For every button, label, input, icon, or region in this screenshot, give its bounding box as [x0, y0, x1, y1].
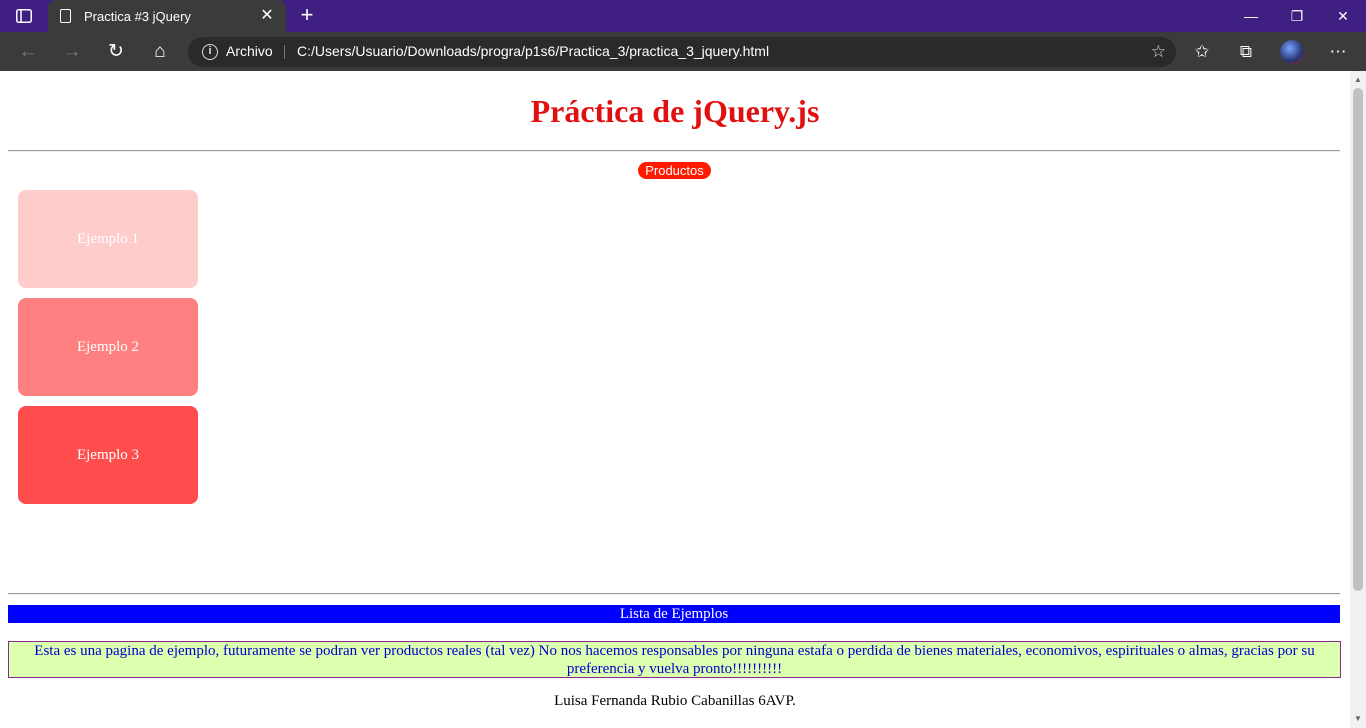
list-header-bar: Lista de Ejemplos: [8, 605, 1340, 623]
back-icon[interactable]: ←: [16, 40, 40, 64]
browser-tab[interactable]: Practica #3 jQuery ✕: [48, 0, 286, 32]
close-window-icon[interactable]: ✕: [1329, 6, 1357, 26]
scroll-down-icon[interactable]: ▼: [1354, 715, 1362, 723]
url-text[interactable]: C:/Users/Usuario/Downloads/progra/p1s6/P…: [297, 43, 769, 59]
productos-badge[interactable]: Productos: [638, 162, 711, 179]
tab-actions-icon[interactable]: [12, 6, 36, 26]
address-divider: [284, 45, 285, 59]
minimize-icon[interactable]: —: [1237, 6, 1265, 26]
page-icon: [60, 9, 71, 23]
new-tab-icon[interactable]: +: [296, 4, 318, 27]
reload-icon[interactable]: ↻: [104, 40, 128, 64]
add-favorite-icon[interactable]: ☆: [1151, 42, 1166, 62]
more-options-icon[interactable]: ⋯: [1326, 40, 1350, 64]
tab-strip: Practica #3 jQuery ✕ + — ❐ ✕: [0, 0, 1366, 32]
scrollbar-thumb[interactable]: [1353, 88, 1363, 591]
favorites-icon[interactable]: ✩: [1190, 40, 1214, 64]
vertical-scrollbar[interactable]: ▲ ▼: [1350, 71, 1366, 728]
address-prefix: Archivo: [226, 43, 273, 59]
home-icon[interactable]: ⌂: [148, 40, 172, 64]
ejemplo-3-card[interactable]: Ejemplo 3: [18, 406, 198, 504]
ejemplo-2-card[interactable]: Ejemplo 2: [18, 298, 198, 396]
disclaimer-notice: Esta es una pagina de ejemplo, futuramen…: [8, 641, 1341, 678]
navigation-toolbar: ← → ↻ ⌂ i Archivo C:/Users/Usuario/Downl…: [0, 32, 1366, 71]
card-label: Ejemplo 3: [76, 446, 140, 463]
card-label: Ejemplo 1: [76, 230, 140, 247]
profile-avatar[interactable]: [1280, 40, 1304, 64]
restore-icon[interactable]: ❐: [1283, 6, 1311, 26]
web-page: Práctica de jQuery.js Productos Ejemplo …: [0, 71, 1350, 728]
bottom-divider: [8, 593, 1340, 595]
top-divider: [8, 150, 1340, 152]
page-title: Práctica de jQuery.js: [530, 93, 820, 129]
collections-icon[interactable]: ⧉: [1234, 40, 1258, 64]
scroll-up-icon[interactable]: ▲: [1354, 76, 1362, 84]
address-bar[interactable]: i Archivo C:/Users/Usuario/Downloads/pro…: [188, 37, 1176, 67]
close-tab-icon[interactable]: ✕: [258, 7, 276, 25]
forward-icon[interactable]: →: [60, 40, 84, 64]
author-footer: Luisa Fernanda Rubio Cabanillas 6AVP.: [554, 693, 796, 709]
info-icon[interactable]: i: [202, 44, 218, 60]
browser-chrome: Practica #3 jQuery ✕ + — ❐ ✕ ← → ↻ ⌂ i A…: [0, 0, 1366, 71]
tab-title: Practica #3 jQuery: [84, 8, 191, 24]
card-label: Ejemplo 2: [76, 338, 140, 355]
ejemplo-1-card[interactable]: Ejemplo 1: [18, 190, 198, 288]
